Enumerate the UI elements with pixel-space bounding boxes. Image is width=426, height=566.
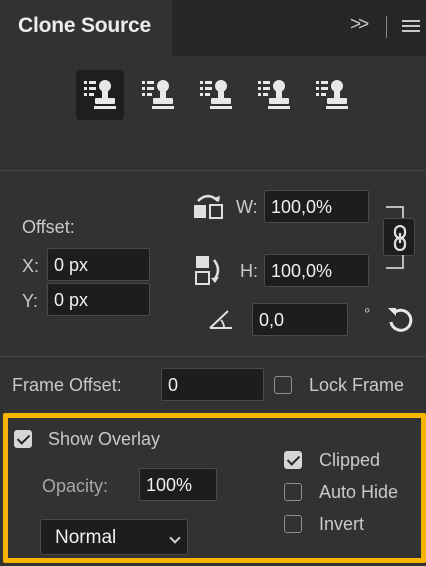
flip-vertical-icon[interactable] <box>194 254 224 286</box>
clone-source-3-button[interactable] <box>192 70 240 120</box>
clone-stamp-source-icon <box>142 80 174 109</box>
y-label: Y: <box>22 291 39 311</box>
panel-title: Clone Source <box>18 14 151 37</box>
rotation-angle-field[interactable]: 0,0 <box>252 303 348 336</box>
degree-symbol: ° <box>364 306 371 323</box>
height-label: H: <box>240 261 258 281</box>
tab-clone-source[interactable]: Clone Source <box>0 0 172 56</box>
link-icon <box>393 225 407 251</box>
clone-stamp-source-icon <box>258 80 290 109</box>
clone-source-1-button[interactable] <box>76 70 124 120</box>
scale-height-field[interactable]: 100,0% <box>264 254 369 287</box>
invert-label: Invert <box>319 514 365 534</box>
auto-hide-label: Auto Hide <box>319 482 399 502</box>
width-label: W: <box>236 197 258 217</box>
clone-source-5-button[interactable] <box>308 70 356 120</box>
show-overlay-checkbox[interactable] <box>14 430 32 448</box>
scale-width-field[interactable]: 100,0% <box>264 190 369 223</box>
show-overlay-label: Show Overlay <box>48 429 161 449</box>
header-divider <box>386 16 387 38</box>
lock-frame-checkbox[interactable] <box>274 376 292 394</box>
clone-source-4-button[interactable] <box>250 70 298 120</box>
frame-offset-label: Frame Offset: <box>12 375 122 395</box>
invert-checkbox[interactable] <box>284 515 302 533</box>
panel-menu-icon[interactable] <box>402 20 420 34</box>
clipped-checkbox[interactable] <box>284 451 302 469</box>
clone-stamp-source-icon <box>200 80 232 109</box>
opacity-label: Opacity: <box>42 476 109 496</box>
blend-mode-dropdown[interactable]: Normal <box>40 519 188 555</box>
frame-offset-field[interactable]: 0 <box>161 368 264 401</box>
link-dimensions-button[interactable] <box>383 218 415 256</box>
clone-source-2-button[interactable] <box>134 70 182 120</box>
section-divider <box>0 356 426 357</box>
section-divider <box>0 170 426 171</box>
x-label: X: <box>22 256 40 276</box>
panel-tab-bar: Clone Source >> <box>0 0 426 56</box>
flip-horizontal-icon[interactable] <box>192 191 224 221</box>
angle-icon <box>209 310 232 329</box>
clipped-label: Clipped <box>319 450 381 470</box>
auto-hide-checkbox[interactable] <box>284 483 302 501</box>
opacity-field[interactable]: 100% <box>139 468 217 501</box>
collapse-panel-icon[interactable]: >> <box>350 14 369 36</box>
lock-frame-label: Lock Frame <box>309 375 405 395</box>
clone-stamp-source-icon <box>84 80 116 109</box>
clone-stamp-source-icon <box>316 80 348 109</box>
blend-mode-value: Normal <box>55 527 117 548</box>
reset-transform-icon[interactable] <box>386 304 416 334</box>
chevron-down-icon <box>169 532 181 544</box>
offset-x-field[interactable]: 0 px <box>47 248 150 281</box>
link-bracket-bottom <box>386 255 404 269</box>
offset-label: Offset: <box>22 217 75 237</box>
offset-y-field[interactable]: 0 px <box>47 283 150 316</box>
